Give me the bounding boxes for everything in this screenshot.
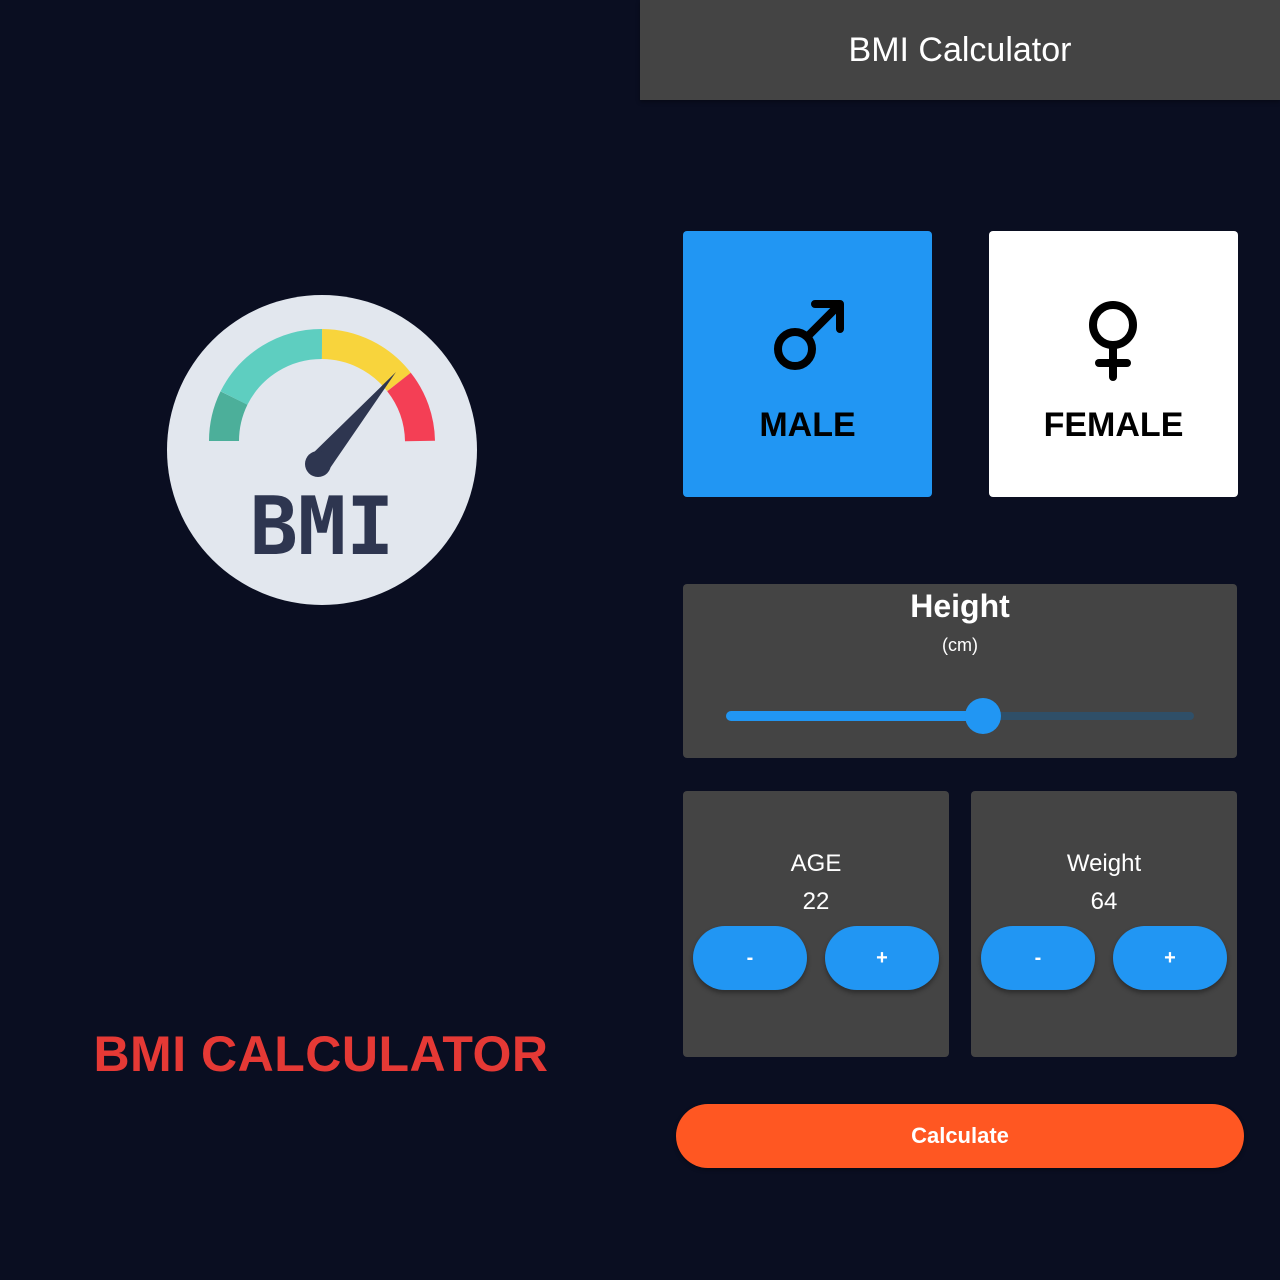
age-card: AGE 22 - + [683, 791, 949, 1057]
weight-label: Weight [1066, 850, 1142, 877]
app-bar: BMI Calculator [640, 0, 1280, 100]
height-slider[interactable] [726, 698, 1194, 734]
female-symbol-icon [1089, 301, 1137, 381]
male-card[interactable]: MALE [683, 231, 932, 497]
bmi-app-screen: BMI Calculator MALE FEMALE Height (cm) A… [640, 0, 1280, 1280]
app-bar-title: BMI Calculator [848, 31, 1072, 69]
age-label: AGE [790, 850, 842, 877]
splash-screen: BMI BMI CALCULATOR [0, 0, 640, 1280]
screenshot-root: BMI BMI CALCULATOR BMI Calculator MALE F… [0, 0, 1280, 1280]
male-label: MALE [759, 406, 856, 444]
female-label: FEMALE [1043, 406, 1184, 444]
height-unit: (cm) [942, 635, 978, 655]
weight-value: 64 [1090, 888, 1118, 915]
weight-increment-button[interactable]: + [1113, 926, 1227, 990]
male-symbol-icon [774, 300, 844, 370]
calculate-button[interactable]: Calculate [676, 1104, 1244, 1168]
weight-card: Weight 64 - + [971, 791, 1237, 1057]
slider-thumb[interactable] [965, 698, 1002, 734]
splash-title: BMI CALCULATOR [93, 1026, 549, 1082]
height-label: Height [910, 588, 1010, 624]
female-card[interactable]: FEMALE [989, 231, 1238, 497]
weight-decrement-button[interactable]: - [981, 926, 1095, 990]
age-value: 22 [802, 888, 830, 915]
slider-active-track [726, 711, 984, 721]
gauge-needle-hub [305, 451, 331, 477]
age-increment-button[interactable]: + [825, 926, 939, 990]
age-decrement-button[interactable]: - [693, 926, 807, 990]
height-card: Height (cm) [683, 584, 1237, 758]
gauge-segment-green [209, 391, 248, 442]
bmi-gauge-logo: BMI [167, 295, 477, 605]
logo-text: BMI [250, 480, 395, 573]
